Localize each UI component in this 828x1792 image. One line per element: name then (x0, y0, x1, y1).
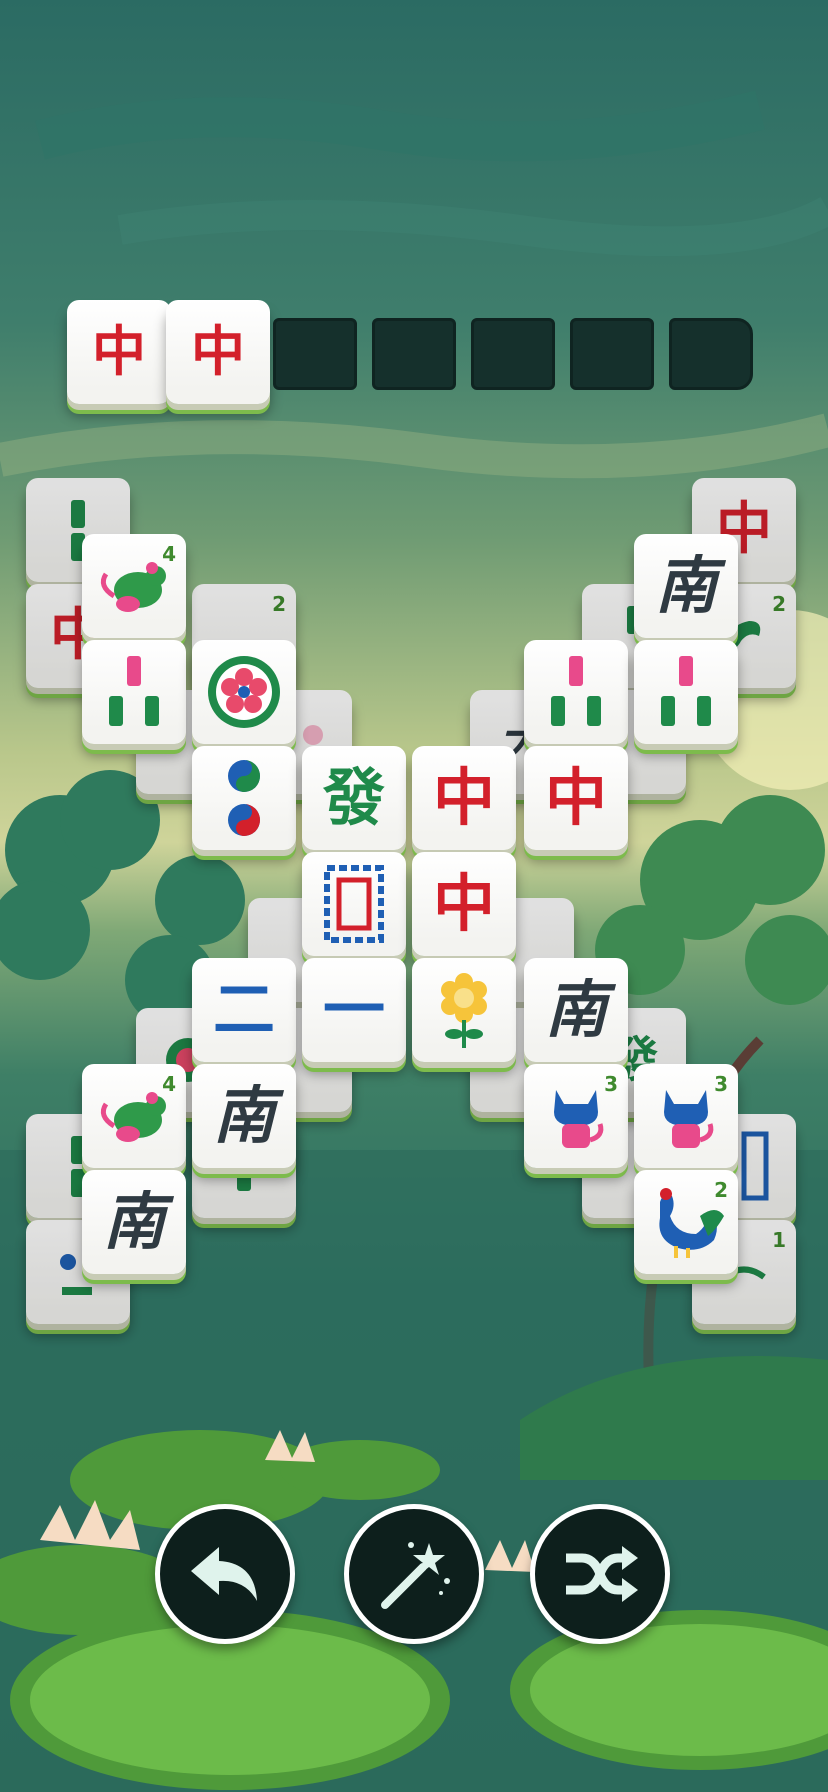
tile-glyph: 二 (212, 973, 275, 1046)
tray-tile-1-glyph: 中 (92, 320, 146, 383)
tray-empty-slot (570, 318, 654, 390)
tile-glyph: 一 (322, 973, 385, 1046)
tile-glyph: 南 (654, 549, 717, 622)
tile-glyph: 南 (212, 1079, 275, 1152)
tile-number: 3 (604, 1072, 618, 1096)
tray-empty-slot (669, 318, 753, 390)
rat-icon (100, 562, 166, 612)
flower-icon (208, 656, 280, 728)
tile-glyph: 中 (432, 761, 495, 834)
tile-hong-zhong[interactable]: 中 (412, 852, 516, 956)
tile-bamboo-3[interactable] (82, 640, 186, 744)
cat-icon (664, 1090, 714, 1148)
tile-hong-zhong[interactable]: 中 (524, 746, 628, 850)
tile-rooster-2[interactable]: 2 (634, 1170, 738, 1274)
tile-er[interactable]: 二 (192, 958, 296, 1062)
tile-nan[interactable]: 南 (192, 1064, 296, 1168)
shuffle-button[interactable] (530, 1504, 670, 1644)
tile-cat-3[interactable]: 3 (524, 1064, 628, 1168)
tile-fa[interactable]: 發 (302, 746, 406, 850)
tile-sunflower[interactable] (412, 958, 516, 1062)
tile-nan[interactable]: 南 (82, 1170, 186, 1274)
tile-white-dragon[interactable] (302, 852, 406, 956)
tile-circles-2[interactable] (192, 746, 296, 850)
circles-icon (228, 760, 260, 836)
tile-nan[interactable]: 南 (524, 958, 628, 1062)
tile-bamboo-3[interactable] (524, 640, 628, 744)
tile-glyph: 中 (432, 867, 495, 940)
tile-nan[interactable]: 南 (634, 534, 738, 638)
undo-icon (191, 1547, 257, 1601)
white-dragon-icon (324, 865, 384, 943)
magic-wand-icon (381, 1542, 450, 1609)
tile-rat-4[interactable]: 4 (82, 1064, 186, 1168)
tile-bamboo-3[interactable] (634, 640, 738, 744)
tile-rat-4[interactable]: 4 (82, 534, 186, 638)
tray-tile-2-glyph: 中 (191, 320, 245, 383)
tile-number: 1 (772, 1228, 786, 1252)
tray-tile-2: 中 (166, 300, 270, 404)
sunflower-icon (441, 973, 487, 1048)
tile-glyph: 南 (102, 1185, 165, 1258)
bamboo-icon (109, 656, 159, 726)
tile-number: 3 (714, 1072, 728, 1096)
tray-empty-slot (273, 318, 357, 390)
bamboo-icon (661, 656, 711, 726)
cat-icon (554, 1090, 604, 1148)
undo-button[interactable] (155, 1504, 295, 1644)
tile-cat-3[interactable]: 3 (634, 1064, 738, 1168)
tile-hong-zhong[interactable]: 中 (412, 746, 516, 850)
tile-glyph: 南 (544, 973, 607, 1046)
bamboo-icon (551, 656, 601, 726)
tile-glyph: 中 (544, 761, 607, 834)
tile-yi[interactable]: 一 (302, 958, 406, 1062)
tile-number: 2 (272, 592, 286, 616)
tray-tile-1: 中 (67, 300, 171, 404)
tile-number: 2 (714, 1178, 728, 1202)
tile-number: 4 (162, 1072, 176, 1096)
tile-number: 2 (772, 592, 786, 616)
tray-empty-slot (372, 318, 456, 390)
rat-icon (100, 1092, 166, 1142)
shuffle-icon (566, 1546, 638, 1602)
hint-button[interactable] (344, 1504, 484, 1644)
tile-glyph: 發 (322, 761, 385, 834)
tray-empty-slot (471, 318, 555, 390)
tile-flower-circle[interactable] (192, 640, 296, 744)
tile-number: 4 (162, 542, 176, 566)
